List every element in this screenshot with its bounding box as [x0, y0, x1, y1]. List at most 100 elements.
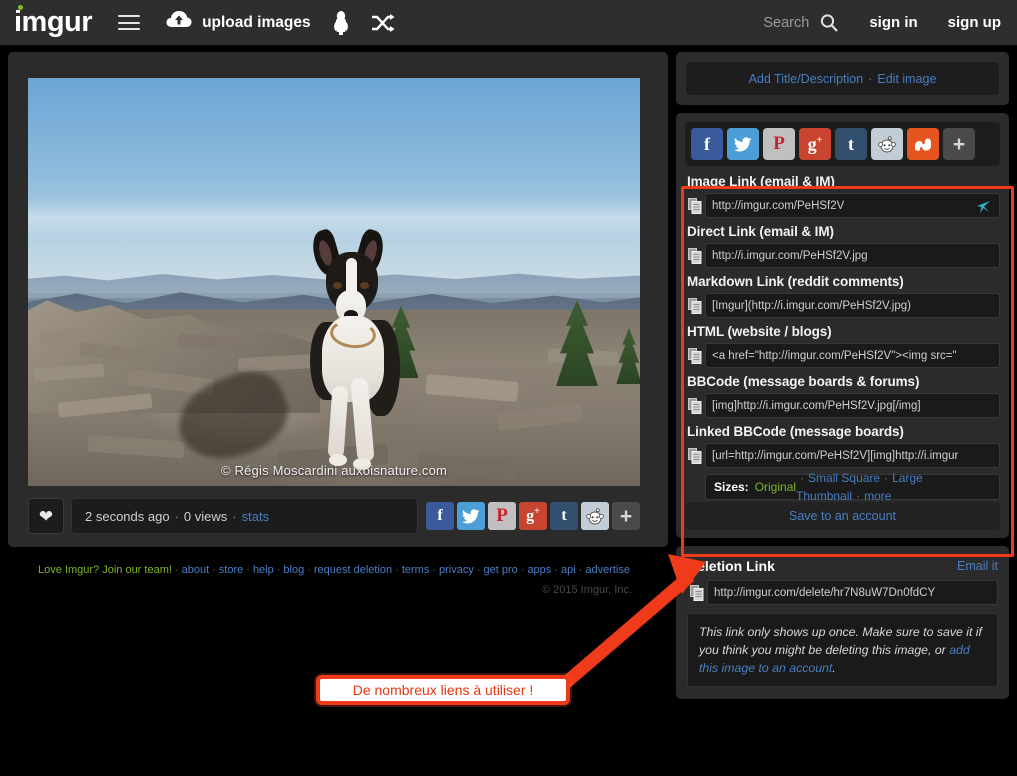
shuffle-icon[interactable] [371, 13, 395, 33]
favorite-button[interactable]: ❤ [28, 498, 64, 534]
edit-image-link[interactable]: Edit image [877, 72, 936, 86]
sign-in-button[interactable]: sign in [869, 14, 917, 31]
share-twitter-button[interactable] [727, 128, 759, 160]
link-value: [Imgur](http://i.imgur.com/PeHSf2V.jpg) [712, 299, 911, 312]
deletion-header: Deletion Link Email it [687, 558, 998, 574]
share-and-links-card: f Pg+ t + Image Link (email & IM) http://img… [676, 113, 1009, 538]
view-count: 0 views [183, 508, 228, 524]
image-watermark: © Régis Moscardini auxoisnature.com [220, 463, 448, 478]
deletion-note-text: This link only shows up once. Make sure … [699, 625, 982, 657]
share-pinterest-button[interactable]: P [763, 128, 795, 160]
link-value: http://imgur.com/PeHSf2V [712, 199, 845, 212]
upload-time: 2 seconds ago [85, 508, 170, 524]
dog-subject [296, 227, 406, 470]
copy-icon[interactable] [685, 397, 705, 414]
share-buttons-large: f Pg+ t + [685, 122, 1000, 166]
footer-link-about[interactable]: about [182, 564, 210, 576]
share-more-button[interactable]: + [612, 502, 640, 530]
copy-icon[interactable] [685, 297, 705, 314]
share-stumbleupon-button[interactable] [907, 128, 939, 160]
share-facebook-button[interactable]: f [426, 502, 454, 530]
footer-links: Love Imgur? Join our team! · about · store · h… [0, 562, 668, 578]
share-twitter-button[interactable] [457, 502, 485, 530]
footer-link-request-deletion[interactable]: request deletion [314, 564, 392, 576]
header-right-group: Search sign in sign up [763, 13, 1001, 33]
meta-separator-2: · [232, 508, 237, 524]
title-description-bar: Add Title/Description · Edit image [686, 62, 999, 95]
footer-link-advertise[interactable]: advertise [585, 564, 630, 576]
copy-icon[interactable] [685, 347, 705, 364]
footer-link-help[interactable]: help [253, 564, 274, 576]
footer-link-privacy[interactable]: privacy [439, 564, 474, 576]
image-panel: © Régis Moscardini auxoisnature.com ❤ 2 … [8, 52, 668, 547]
link-input[interactable]: [img]http://i.imgur.com/PeHSf2V.jpg[/img… [705, 393, 1000, 418]
footer-separator: · [276, 564, 281, 576]
share-googleplus-button[interactable]: g+ [519, 502, 547, 530]
penguin-icon[interactable] [333, 10, 349, 36]
footer-link-api[interactable]: api [561, 564, 576, 576]
size-separator: · [856, 489, 861, 503]
search-icon[interactable] [819, 13, 839, 33]
link-label: Direct Link (email & IM) [687, 224, 834, 239]
link-block-0: Image Link (email & IM) http://imgur.com/… [685, 174, 1000, 218]
copy-icon[interactable] [687, 584, 707, 601]
share-tumblr-button[interactable]: t [835, 128, 867, 160]
share-tumblr-button[interactable]: t [550, 502, 578, 530]
sign-up-button[interactable]: sign up [948, 14, 1001, 31]
footer-separator: · [212, 564, 216, 576]
link-input[interactable]: [url=http://imgur.com/PeHSf2V][img]http:… [705, 443, 1000, 468]
footer-link-blog[interactable]: blog [283, 564, 304, 576]
share-facebook-button[interactable]: f [691, 128, 723, 160]
title-separator: · [868, 71, 873, 86]
footer-link-store[interactable]: store [219, 564, 243, 576]
hamburger-menu-icon[interactable] [118, 15, 141, 30]
share-reddit-button[interactable] [581, 502, 609, 530]
link-input[interactable]: http://i.imgur.com/PeHSf2V.jpg [705, 243, 1000, 268]
footer-join-team-link[interactable]: Love Imgur? Join our team! [38, 564, 172, 576]
add-title-description-link[interactable]: Add Title/Description [749, 72, 864, 86]
site-header: imgur upload images Search sign in sign … [0, 0, 1017, 45]
link-block-2: Markdown Link (reddit comments) [Imgur](h… [685, 274, 1000, 318]
size-more-link[interactable]: more [864, 489, 891, 503]
footer-link-get-pro[interactable]: get pro [484, 564, 518, 576]
imgur-logo[interactable]: imgur [14, 5, 93, 38]
footer-link-apps[interactable]: apps [527, 564, 551, 576]
share-pinterest-button[interactable]: P [488, 502, 516, 530]
link-value: [img]http://i.imgur.com/PeHSf2V.jpg[/img… [712, 399, 921, 412]
share-googleplus-button[interactable]: g+ [799, 128, 831, 160]
link-block-1: Direct Link (email & IM) http://i.imgur.c… [685, 224, 1000, 268]
copy-icon[interactable] [685, 447, 705, 464]
save-to-account-link[interactable]: Save to an account [789, 509, 896, 523]
site-footer: Love Imgur? Join our team! · about · store · h… [0, 562, 668, 596]
size-separator: · [800, 471, 805, 485]
size-original-link[interactable]: Original [755, 480, 796, 494]
title-description-card: Add Title/Description · Edit image [676, 52, 1009, 105]
footer-separator: · [476, 564, 481, 576]
logo-text: imgur [14, 6, 93, 38]
size-small-square-link[interactable]: Small Square [808, 471, 880, 485]
cursor-pointer-icon [975, 197, 993, 217]
link-value: [url=http://imgur.com/PeHSf2V][img]http:… [712, 449, 959, 462]
annotation-callout: De nombreux liens à utiliser ! [316, 675, 570, 705]
footer-link-terms[interactable]: terms [402, 564, 430, 576]
stats-link[interactable]: stats [242, 509, 269, 524]
share-reddit-button[interactable] [871, 128, 903, 160]
footer-separator: · [520, 564, 525, 576]
footer-separator: · [578, 564, 583, 576]
email-it-link[interactable]: Email it [957, 559, 998, 573]
size-separator: · [884, 471, 889, 485]
cloud-upload-icon [166, 10, 192, 35]
copy-icon[interactable] [685, 247, 705, 264]
link-input[interactable]: <a href="http://imgur.com/PeHSf2V"><img … [705, 343, 1000, 368]
search-input[interactable]: Search [763, 15, 809, 31]
uploaded-image[interactable]: © Régis Moscardini auxoisnature.com [28, 78, 640, 486]
link-input[interactable]: [Imgur](http://i.imgur.com/PeHSf2V.jpg) [705, 293, 1000, 318]
save-to-account-bar[interactable]: Save to an account [685, 502, 1000, 530]
copy-icon[interactable] [685, 197, 705, 214]
footer-separator: · [307, 564, 311, 576]
share-more-button[interactable]: + [943, 128, 975, 160]
link-input[interactable]: http://imgur.com/PeHSf2V [705, 193, 1000, 218]
deletion-link-input[interactable]: http://imgur.com/delete/hr7N8uW7Dn0fdCY [707, 580, 998, 605]
size-options: · Small Square · Large Thumbnail · more [796, 469, 991, 505]
upload-images-button[interactable]: upload images [166, 10, 311, 35]
